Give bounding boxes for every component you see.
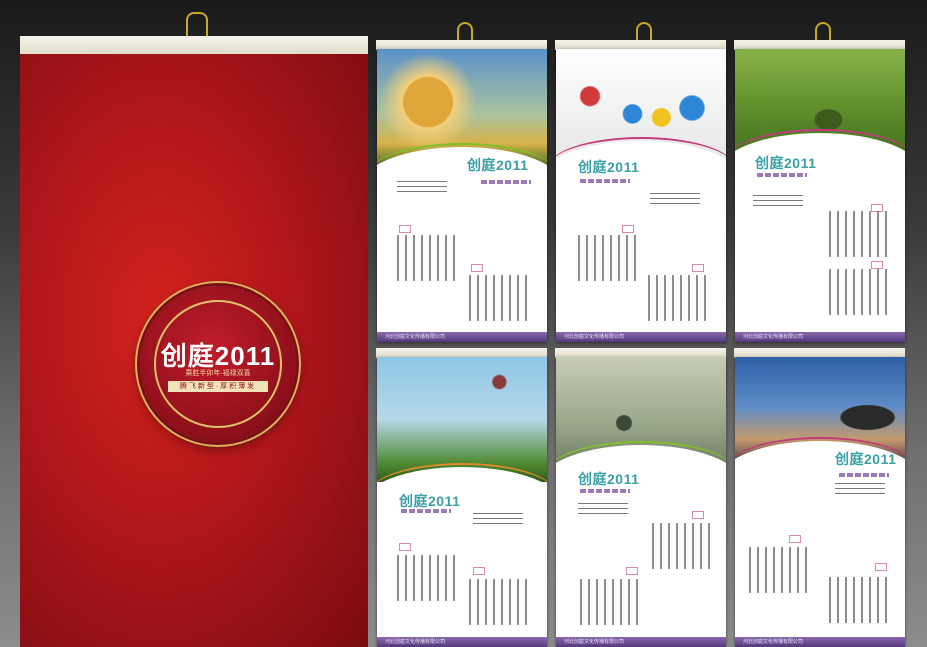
sheet-text-block (473, 513, 523, 528)
calendar-sheet-butterflies: 创庭2011 河北创庭文化传播有限公司 (556, 49, 726, 342)
month-label (789, 535, 801, 543)
sheet-logo: 创庭2011 (835, 451, 897, 467)
sheet-tags (580, 489, 630, 493)
month-grid (652, 523, 714, 569)
sheet-footer: 河北创庭文化传播有限公司 (556, 332, 726, 342)
month-grid (580, 579, 642, 625)
sheet-logo: 创庭2011 (578, 159, 640, 175)
calendar-cover: 创庭2011 乘胜半卯年·福禄双喜 腾飞新型·厚积薄发 (20, 54, 368, 647)
month-grid (749, 547, 811, 593)
sheet-tags (481, 180, 531, 184)
month-grid (829, 269, 891, 315)
hanger-rod-cover (20, 36, 368, 55)
sheet-logo: 创庭2011 (578, 471, 640, 487)
month-grid (469, 275, 531, 321)
month-label (871, 261, 883, 269)
month-label (471, 264, 483, 272)
calendar-sheet-dandelion: 创庭2011 河北创庭文化传播有限公司 (377, 49, 547, 342)
month-grid (397, 555, 459, 601)
month-label (626, 567, 638, 575)
month-grid (469, 579, 531, 625)
sheet-text-block (835, 483, 885, 498)
sheet-text-block (650, 193, 700, 208)
sheet-text-block (578, 503, 628, 518)
month-label (473, 567, 485, 575)
month-label (622, 225, 634, 233)
month-grid (397, 235, 459, 281)
cover-tagline: 腾飞新型·厚积薄发 (168, 381, 268, 392)
sheet-logo: 创庭2011 (467, 157, 529, 173)
month-label (692, 511, 704, 519)
sheet-tags (839, 473, 889, 477)
sheet-tags (757, 173, 807, 177)
month-label (399, 225, 411, 233)
sheet-footer: 河北创庭文化传播有限公司 (735, 332, 905, 342)
calendar-sheet-sunset: 创庭2011 河北创庭文化传播有限公司 (735, 357, 905, 647)
month-grid (648, 275, 710, 321)
month-label (692, 264, 704, 272)
sheet-footer: 河北创庭文化传播有限公司 (556, 637, 726, 647)
sheet-tags (580, 179, 630, 183)
month-label (875, 563, 887, 571)
sheet-footer: 河北创庭文化传播有限公司 (735, 637, 905, 647)
cover-subtitle: 乘胜半卯年·福禄双喜 (185, 370, 251, 377)
sheet-text-block (753, 195, 803, 210)
sheet-tags (401, 509, 451, 513)
calendar-sheet-tree: 创庭2011 河北创庭文化传播有限公司 (735, 49, 905, 342)
sheet-logo: 创庭2011 (755, 155, 817, 171)
sheet-footer: 河北创庭文化传播有限公司 (377, 332, 547, 342)
month-grid (829, 577, 891, 623)
month-grid (829, 211, 891, 257)
calendar-sheet-seeds: 创庭2011 河北创庭文化传播有限公司 (556, 357, 726, 647)
cover-seal: 创庭2011 乘胜半卯年·福禄双喜 腾飞新型·厚积薄发 (140, 286, 296, 442)
month-label (399, 543, 411, 551)
sheet-text-block (397, 181, 447, 196)
month-grid (578, 235, 640, 281)
sheet-footer: 河北创庭文化传播有限公司 (377, 637, 547, 647)
calendar-sheet-thistle: 创庭2011 河北创庭文化传播有限公司 (377, 357, 547, 647)
sheet-logo: 创庭2011 (399, 493, 461, 509)
